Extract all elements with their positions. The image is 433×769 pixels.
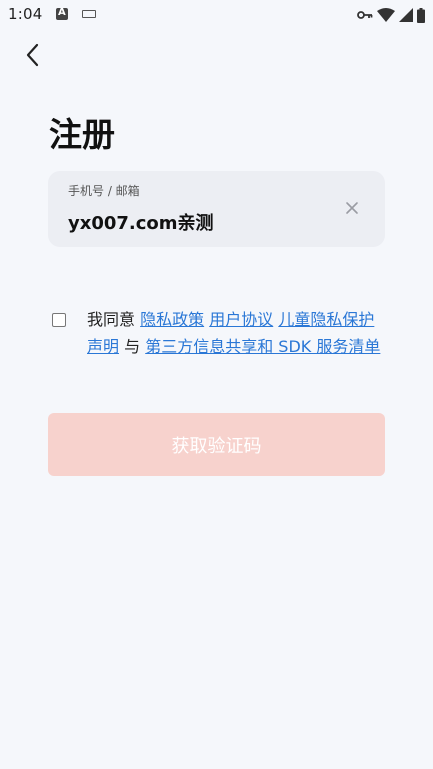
third-party-sdk-link[interactable]: 第三方信息共享和 SDK 服务清单 — [145, 337, 380, 356]
app-a-icon: A — [56, 7, 68, 20]
keyboard-icon — [82, 10, 96, 18]
privacy-policy-link[interactable]: 隐私政策 — [140, 310, 204, 329]
status-time: 1:04 — [8, 5, 43, 23]
agreement-conjunction: 与 — [124, 337, 141, 356]
vpn-key-icon — [357, 11, 373, 19]
battery-icon — [417, 7, 425, 23]
agreement-prefix: 我同意 — [87, 310, 136, 329]
get-verification-code-button[interactable]: 获取验证码 — [48, 413, 385, 476]
phone-email-label: 手机号 / 邮箱 — [68, 184, 140, 198]
cell-signal-icon — [399, 8, 413, 22]
agreement-checkbox[interactable] — [52, 313, 66, 327]
chevron-left-icon[interactable] — [18, 40, 48, 70]
wifi-icon — [377, 8, 395, 22]
agreement-text: 我同意 隐私政策 用户协议 儿童隐私保护声明 与 第三方信息共享和 SDK 服务… — [87, 306, 387, 360]
user-agreement-link[interactable]: 用户协议 — [209, 310, 273, 329]
status-bar: 1:04 A — [0, 0, 433, 30]
status-icons — [357, 6, 425, 24]
close-icon[interactable] — [345, 201, 359, 215]
register-screen: 1:04 A 注册 手机号 / 邮箱 yx007.com亲测 我同意 隐私政策 … — [0, 0, 433, 769]
phone-email-input[interactable]: yx007.com亲测 — [68, 209, 214, 235]
phone-email-field[interactable]: 手机号 / 邮箱 yx007.com亲测 — [48, 171, 385, 247]
page-title: 注册 — [49, 115, 115, 154]
